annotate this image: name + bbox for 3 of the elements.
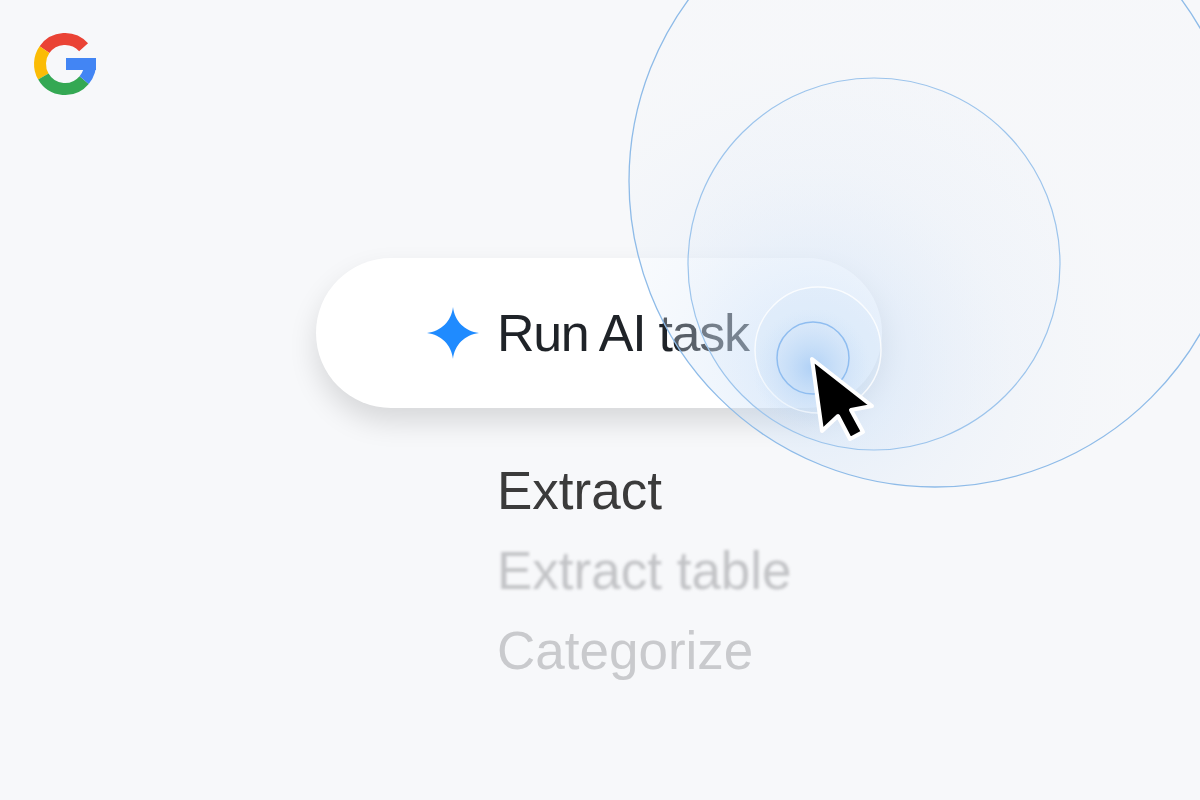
g-logo-icon: [33, 32, 97, 96]
sparkle-icon: [427, 307, 479, 359]
menu-item[interactable]: Extract: [497, 451, 662, 531]
